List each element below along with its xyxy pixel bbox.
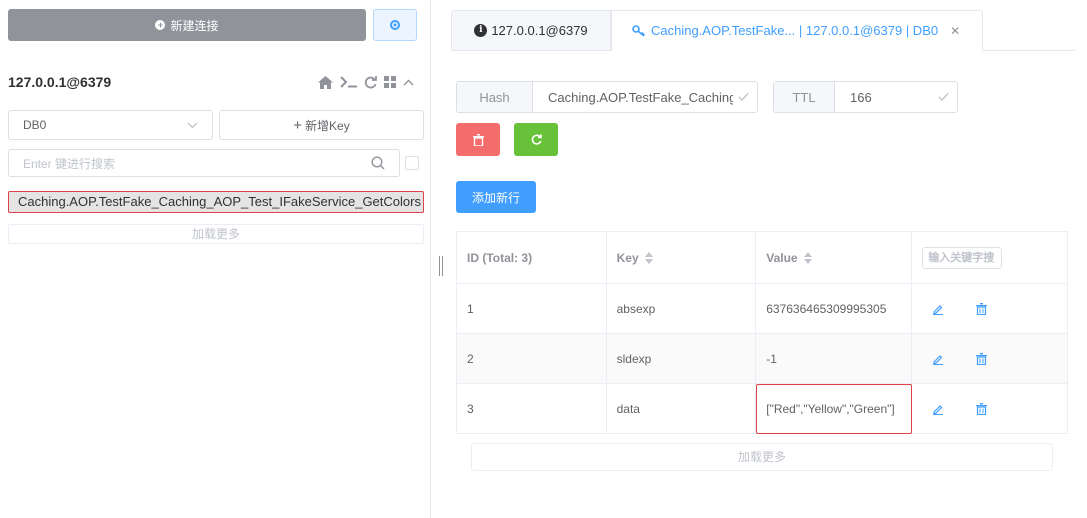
chevron-up-icon[interactable] (403, 74, 414, 90)
row-key: sldexp (605, 333, 757, 384)
key-search-input[interactable]: Enter 键进行搜索 (8, 149, 400, 177)
key-name-value[interactable]: Caching.AOP.TestFake_Caching_ (533, 90, 733, 105)
load-more-keys-button[interactable]: 加载更多 (8, 224, 424, 244)
tab-connection-info[interactable]: i 127.0.0.1@6379 (451, 10, 611, 51)
trash-icon[interactable] (976, 352, 988, 365)
connection-title: 127.0.0.1@6379 (8, 74, 112, 90)
plus-icon: + (293, 116, 303, 134)
close-icon[interactable]: ✕ (950, 24, 960, 38)
connection-toolbar (318, 74, 414, 90)
check-icon[interactable] (733, 92, 757, 102)
row-actions (911, 333, 1068, 384)
row-value-selected[interactable]: ["Red","Yellow","Green"] (755, 383, 913, 434)
trash-icon[interactable] (976, 402, 988, 415)
edit-icon[interactable] (932, 353, 944, 365)
resize-handle[interactable] (439, 256, 445, 276)
edit-icon[interactable] (932, 303, 944, 315)
db-select[interactable]: DB0 (8, 110, 213, 140)
table-row: 3 data ["Red","Yellow","Green"] (456, 383, 1068, 434)
edit-icon[interactable] (932, 403, 944, 415)
key-icon (632, 24, 645, 37)
db-select-value: DB0 (23, 118, 47, 132)
tab-bar: i 127.0.0.1@6379 Caching.AOP.TestFake...… (451, 10, 1075, 51)
load-more-rows-button[interactable]: 加载更多 (471, 443, 1053, 471)
panel-divider (430, 0, 431, 518)
row-key: data (605, 383, 757, 434)
refresh-key-button[interactable] (514, 123, 558, 156)
tab-key-detail[interactable]: Caching.AOP.TestFake... | 127.0.0.1@6379… (611, 10, 983, 51)
row-actions (911, 283, 1068, 334)
chevron-down-icon (187, 122, 198, 128)
row-key: absexp (605, 283, 757, 334)
info-icon: i (474, 24, 488, 37)
new-key-button[interactable]: + 新增Key (219, 110, 424, 140)
hash-table: ID (Total: 3) Key Value 输入关键字搜 1 absexp … (456, 231, 1068, 434)
key-type-label: Hash (457, 82, 533, 112)
table-row: 2 sldexp -1 (456, 333, 1068, 384)
delete-key-button[interactable] (456, 123, 500, 156)
trash-icon[interactable] (976, 302, 988, 315)
grid-icon[interactable] (384, 74, 396, 90)
search-icon[interactable] (371, 156, 385, 170)
ttl-value[interactable]: 166 (835, 90, 933, 105)
keyword-search-input[interactable]: 输入关键字搜 (922, 246, 1003, 269)
row-value: -1 (755, 333, 913, 384)
ttl-label: TTL (774, 82, 835, 112)
tab-label: 127.0.0.1@6379 (491, 23, 588, 38)
key-list-item[interactable]: Caching.AOP.TestFake_Caching_AOP_Test_IF… (8, 191, 424, 213)
connection-sidebar: + 新建连接 127.0.0.1@6379 DB0 + 新增Key Enter … (0, 0, 430, 518)
add-row-button[interactable]: 添加新行 (456, 181, 536, 213)
column-header-search: 输入关键字搜 (911, 231, 1068, 284)
refresh-icon (531, 134, 542, 145)
row-id: 3 (456, 383, 607, 434)
row-value: 637636465309995305 (755, 283, 913, 334)
key-search-placeholder: Enter 键进行搜索 (23, 156, 116, 171)
row-id: 1 (456, 283, 607, 334)
new-connection-button[interactable]: + 新建连接 (8, 9, 366, 41)
row-id: 2 (456, 333, 607, 384)
table-header-row: ID (Total: 3) Key Value 输入关键字搜 (456, 231, 1068, 284)
sort-icon[interactable] (803, 252, 812, 265)
sort-icon[interactable] (644, 252, 653, 265)
settings-button[interactable] (373, 9, 417, 41)
gear-icon (390, 20, 400, 30)
terminal-icon[interactable] (340, 74, 357, 90)
check-icon[interactable] (933, 92, 957, 102)
tab-label: Caching.AOP.TestFake... | 127.0.0.1@6379… (651, 23, 939, 38)
row-actions (911, 383, 1068, 434)
plus-circle-icon: + (155, 20, 166, 30)
home-icon[interactable] (318, 74, 333, 90)
column-header-id: ID (Total: 3) (456, 231, 607, 284)
ttl-field[interactable]: TTL 166 (773, 81, 958, 113)
key-name-field[interactable]: Hash Caching.AOP.TestFake_Caching_ (456, 81, 758, 113)
column-header-key[interactable]: Key (605, 231, 757, 284)
column-header-value[interactable]: Value (755, 231, 913, 284)
new-connection-label: 新建连接 (170, 18, 219, 33)
exact-search-checkbox[interactable] (405, 156, 419, 170)
trash-icon (472, 133, 484, 146)
new-key-label: 新增Key (305, 118, 350, 133)
table-row: 1 absexp 637636465309995305 (456, 283, 1068, 334)
refresh-icon[interactable] (364, 74, 377, 90)
